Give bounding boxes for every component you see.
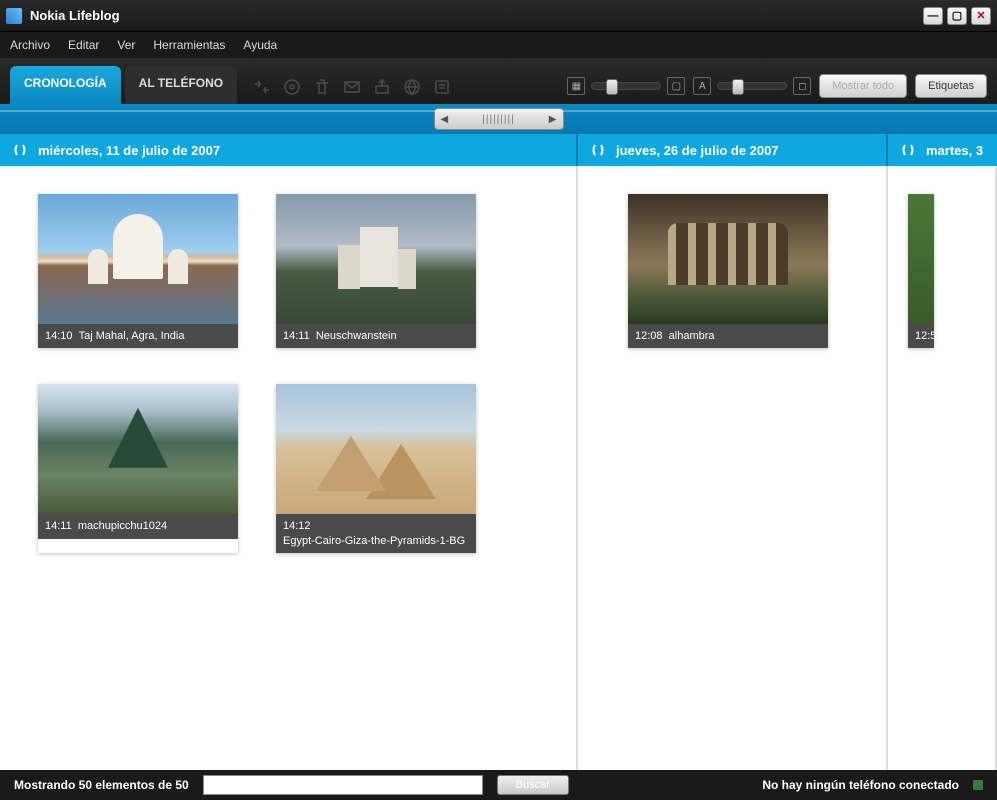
photo-image [908, 194, 934, 324]
date-label-3: martes, 3 [926, 143, 983, 158]
menu-bar: Archivo Editar Ver Herramientas Ayuda [0, 32, 997, 58]
photo-thumb-alhambra[interactable]: 12:08 alhambra [628, 194, 828, 348]
date-column-3: martes, 3 [888, 134, 997, 166]
toolbar-icons [251, 76, 453, 104]
large-text-icon[interactable]: ◻ [793, 77, 811, 95]
photo-image [38, 384, 238, 514]
maximize-button[interactable]: ▢ [947, 7, 967, 25]
date-bar: miércoles, 11 de julio de 2007 jueves, 2… [0, 134, 997, 166]
menu-editar[interactable]: Editar [68, 38, 99, 52]
date-divider-icon [12, 142, 28, 158]
large-grid-icon[interactable]: ▢ [667, 77, 685, 95]
etiquetas-button[interactable]: Etiquetas [915, 74, 987, 98]
sync-icon[interactable] [251, 76, 273, 98]
photo-thumb-castle[interactable]: 14:11 Neuschwanstein [276, 194, 476, 348]
minimize-button[interactable]: — [923, 7, 943, 25]
status-indicator-icon [973, 780, 983, 790]
text-slider[interactable] [717, 82, 787, 90]
date-label-1: miércoles, 11 de julio de 2007 [38, 143, 220, 158]
slider-left-arrow-icon[interactable]: ◀ [441, 114, 449, 125]
timeline-slider[interactable]: ◀ ||||||||| ▶ [434, 108, 564, 130]
date-column-2: jueves, 26 de julio de 2007 [578, 134, 888, 166]
small-grid-icon[interactable]: ▦ [567, 77, 585, 95]
photo-caption: 12:5 [908, 324, 934, 348]
photo-caption: 14:10 Taj Mahal, Agra, India [38, 324, 238, 348]
zoom-slider[interactable] [591, 82, 661, 90]
status-bar: Mostrando 50 elementos de 50 Buscar No h… [0, 770, 997, 800]
photo-caption: 14:12Egypt-Cairo-Giza-the-Pyramids-1-BG [276, 514, 476, 553]
export-icon[interactable] [371, 76, 393, 98]
day-column-1: 14:10 Taj Mahal, Agra, India 14:11 Neusc… [0, 166, 578, 770]
photo-thumb-taj[interactable]: 14:10 Taj Mahal, Agra, India [38, 194, 238, 348]
menu-herramientas[interactable]: Herramientas [153, 38, 225, 52]
day-column-3: 12:5 [888, 166, 997, 770]
mostrar-todo-button[interactable]: Mostrar todo [819, 74, 907, 98]
slider-right-arrow-icon[interactable]: ▶ [549, 114, 557, 125]
note-icon[interactable] [431, 76, 453, 98]
date-divider-icon [590, 142, 606, 158]
window-title: Nokia Lifeblog [30, 8, 923, 23]
day-column-2: 12:08 alhambra [578, 166, 888, 770]
slider-grip-icon[interactable]: ||||||||| [448, 114, 549, 125]
photo-image [276, 384, 476, 514]
photo-thumb-pyramid[interactable]: 14:12Egypt-Cairo-Giza-the-Pyramids-1-BG [276, 384, 476, 553]
text-slider-group: A ◻ [693, 77, 811, 95]
photo-thumb-partial[interactable]: 12:5 [908, 194, 934, 348]
timeline-strip[interactable]: ◀ ||||||||| ▶ [0, 104, 997, 134]
mail-icon[interactable] [341, 76, 363, 98]
search-input[interactable] [203, 775, 483, 795]
cd-icon[interactable] [281, 76, 303, 98]
photo-image [276, 194, 476, 324]
date-divider-icon [900, 142, 916, 158]
zoom-slider-group: ▦ ▢ [567, 77, 685, 95]
toolbar: CRONOLOGÍA AL TELÉFONO ▦ ▢ A ◻ Mostrar t… [0, 58, 997, 104]
content-area: 14:10 Taj Mahal, Agra, India 14:11 Neusc… [0, 166, 997, 770]
tab-cronologia[interactable]: CRONOLOGÍA [10, 66, 121, 104]
photo-image [38, 194, 238, 324]
globe-icon[interactable] [401, 76, 423, 98]
tab-al-telefono[interactable]: AL TELÉFONO [125, 66, 237, 104]
photo-image [628, 194, 828, 324]
trash-icon[interactable] [311, 76, 333, 98]
photo-caption: 12:08 alhambra [628, 324, 828, 348]
menu-ver[interactable]: Ver [117, 38, 135, 52]
date-column-1: miércoles, 11 de julio de 2007 [0, 134, 578, 166]
title-bar: Nokia Lifeblog — ▢ ✕ [0, 0, 997, 32]
menu-ayuda[interactable]: Ayuda [243, 38, 277, 52]
photo-thumb-machu[interactable]: 14:11 machupicchu1024 [38, 384, 238, 553]
menu-archivo[interactable]: Archivo [10, 38, 50, 52]
photo-caption: 14:11 machupicchu1024 [38, 514, 238, 538]
close-button[interactable]: ✕ [971, 7, 991, 25]
status-phone: No hay ningún teléfono conectado [762, 778, 959, 792]
photo-caption: 14:11 Neuschwanstein [276, 324, 476, 348]
search-button[interactable]: Buscar [497, 775, 569, 795]
date-label-2: jueves, 26 de julio de 2007 [616, 143, 779, 158]
status-count: Mostrando 50 elementos de 50 [14, 778, 189, 792]
small-text-icon[interactable]: A [693, 77, 711, 95]
app-icon [6, 8, 22, 24]
